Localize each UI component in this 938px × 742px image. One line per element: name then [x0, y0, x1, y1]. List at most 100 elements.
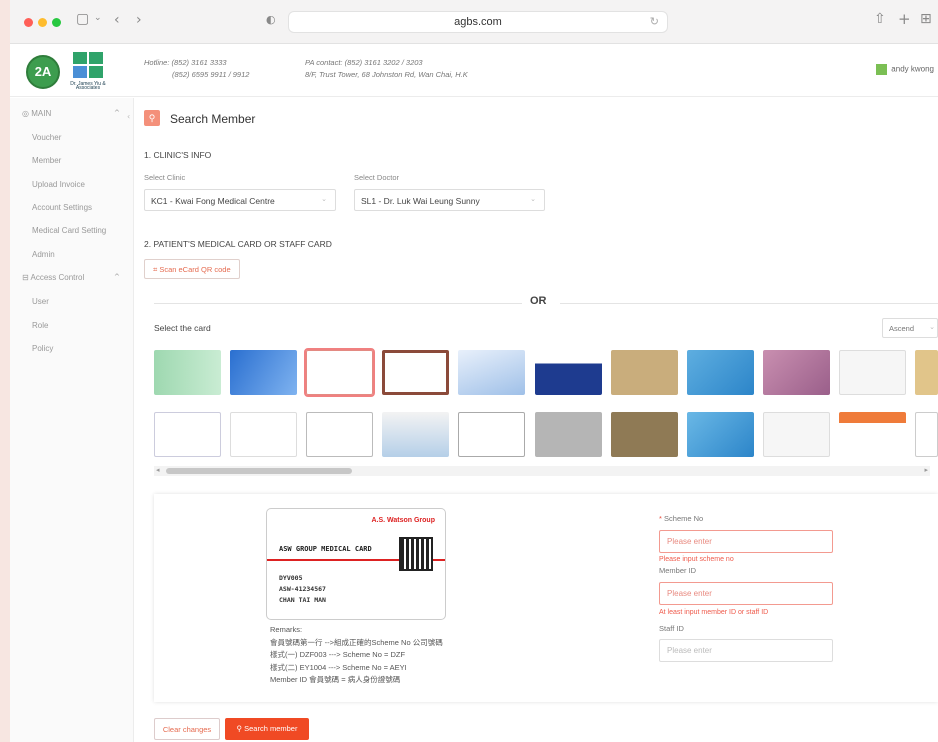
- sidebar-item-upload-invoice[interactable]: Upload Invoice: [32, 180, 85, 189]
- sidebar-item-voucher[interactable]: Voucher: [32, 133, 61, 142]
- card-thumbnail[interactable]: [535, 412, 602, 457]
- scroll-left-icon[interactable]: ◂: [156, 466, 160, 474]
- card-detail-panel: A.S. Watson Group ASW GROUP MEDICAL CARD…: [154, 494, 938, 702]
- new-tab-icon[interactable]: +: [898, 10, 911, 28]
- page-title: Search Member: [170, 112, 256, 126]
- card-thumbnail[interactable]: [915, 412, 938, 457]
- card-thumbnail[interactable]: [687, 412, 754, 457]
- sidebar: ◎ MAIN ^ Voucher Member Upload Invoice A…: [10, 98, 134, 742]
- card-thumbnail[interactable]: [306, 412, 373, 457]
- sidebar-item-account-settings[interactable]: Account Settings: [32, 203, 92, 212]
- scrollbar-thumb[interactable]: [166, 468, 352, 474]
- card-thumbnail[interactable]: [458, 350, 525, 395]
- search-member-button[interactable]: ⚲ Search member: [225, 718, 309, 740]
- scheme-no-error: Please input scheme no: [659, 556, 734, 563]
- selected-card-preview: A.S. Watson Group ASW GROUP MEDICAL CARD…: [266, 508, 446, 620]
- card-thumbnail[interactable]: [154, 350, 221, 395]
- pa-contact-info: PA contact: (852) 3161 3202 / 3203 8/F, T…: [305, 58, 468, 79]
- scroll-right-icon[interactable]: ▸: [924, 466, 928, 474]
- card-thumbnail[interactable]: [839, 350, 906, 395]
- clinic-label: Select Clinic: [144, 173, 186, 182]
- sidebar-section-main[interactable]: ◎ MAIN: [22, 109, 51, 118]
- remarks-text: Remarks: 會員號碼第一行 -->組成正確的Scheme No 公司號碼 …: [270, 625, 443, 684]
- divider-right: [560, 303, 938, 304]
- chevron-down-icon[interactable]: ⌄: [94, 13, 102, 23]
- card-thumbnail[interactable]: [382, 412, 449, 457]
- clinic-select-value: KC1 - Kwai Fong Medical Centre: [151, 196, 275, 206]
- main-content: ⚲ Search Member 1. CLINIC'S INFO Select …: [134, 98, 938, 742]
- card-thumbnail[interactable]: [915, 350, 938, 395]
- scheme-no-label: * Scheme No: [659, 514, 704, 523]
- section-clinic-info: 1. CLINIC'S INFO: [144, 150, 212, 160]
- member-id-input[interactable]: Please enter: [659, 582, 833, 605]
- card-thumbnail-selected[interactable]: [304, 348, 375, 397]
- collapse-sidebar-icon[interactable]: ‹: [127, 112, 130, 121]
- avatar: [876, 64, 888, 75]
- sidebar-section-access-control[interactable]: ⊟ Access Control: [22, 273, 84, 282]
- clinic-select[interactable]: KC1 - Kwai Fong Medical Centre ⌄: [144, 189, 336, 211]
- divider-left: [154, 303, 522, 304]
- scan-qr-button[interactable]: ⌗ Scan eCard QR code: [144, 259, 240, 279]
- chevron-up-icon[interactable]: ^: [114, 273, 120, 281]
- chevron-up-icon[interactable]: ^: [114, 109, 120, 117]
- card-brand: A.S. Watson Group: [371, 517, 435, 524]
- user-name: andy kwong: [891, 64, 934, 74]
- card-title: ASW GROUP MEDICAL CARD: [279, 545, 372, 553]
- doctor-label: Select Doctor: [354, 173, 400, 182]
- tab-overview-icon[interactable]: ⊞: [920, 11, 932, 27]
- reload-icon[interactable]: ↻: [650, 15, 659, 28]
- card-thumbnail[interactable]: [458, 412, 525, 457]
- back-icon[interactable]: ‹: [114, 12, 120, 28]
- staff-id-input[interactable]: Please enter: [659, 639, 833, 662]
- card-thumbnail[interactable]: [687, 350, 754, 395]
- sidebar-item-role[interactable]: Role: [32, 321, 48, 330]
- url-text: agbs.com: [454, 16, 502, 28]
- home-icon: ◎: [22, 109, 29, 118]
- shield-icon[interactable]: ◐: [266, 13, 276, 26]
- search-icon: ⚲: [236, 724, 243, 733]
- sidebar-item-medical-card-setting[interactable]: Medical Card Setting: [32, 226, 106, 235]
- card-thumbnail[interactable]: [839, 412, 906, 457]
- sidebar-item-admin[interactable]: Admin: [32, 250, 55, 259]
- card-thumbnail[interactable]: [535, 350, 602, 395]
- hotline-info: Hotline: (852) 3161 3333 (852) 6595 9911 …: [144, 58, 250, 79]
- sort-select-value: Ascend: [889, 324, 915, 333]
- share-icon[interactable]: ⇧: [874, 11, 886, 27]
- card-thumbnail[interactable]: [763, 350, 830, 395]
- doctor-select[interactable]: SL1 - Dr. Luk Wai Leung Sunny ⌄: [354, 189, 545, 211]
- sidebar-item-user[interactable]: User: [32, 297, 49, 306]
- card-thumbnail[interactable]: [230, 350, 297, 395]
- doctor-select-value: SL1 - Dr. Luk Wai Leung Sunny: [361, 196, 480, 206]
- scheme-no-input[interactable]: Please enter: [659, 530, 833, 553]
- sidebar-toggle-icon[interactable]: ▢: [76, 11, 89, 27]
- member-id-label: Member ID: [659, 566, 697, 575]
- staff-id-label: Staff ID: [659, 624, 684, 633]
- browser-toolbar: ▢ ⌄ ‹ › ◐ agbs.com ↻ ⇧ + ⊞: [10, 0, 938, 44]
- sidebar-item-policy[interactable]: Policy: [32, 344, 53, 353]
- sort-select[interactable]: Ascend ⌄: [882, 318, 938, 338]
- card-thumbnail[interactable]: [382, 350, 449, 395]
- card-thumbnail[interactable]: [611, 350, 678, 395]
- close-window-button[interactable]: [24, 18, 33, 27]
- card-thumbnail[interactable]: [763, 412, 830, 457]
- chevron-down-icon: ⌄: [321, 195, 327, 203]
- maximize-window-button[interactable]: [52, 18, 61, 27]
- user-menu[interactable]: andy kwong: [876, 64, 934, 75]
- sidebar-item-member[interactable]: Member: [32, 156, 61, 165]
- chevron-down-icon: ⌄: [929, 323, 935, 331]
- forward-icon[interactable]: ›: [136, 12, 142, 28]
- app-header: 2A Dr. James Yiu & Associates Hotline: (…: [10, 45, 938, 97]
- qr-scan-icon: ⌗: [153, 265, 158, 274]
- address-bar[interactable]: agbs.com ↻: [288, 11, 668, 33]
- minimize-window-button[interactable]: [38, 18, 47, 27]
- card-thumbnail[interactable]: [611, 412, 678, 457]
- lock-icon: ⊟: [22, 273, 29, 282]
- or-divider-text: OR: [530, 295, 547, 307]
- browser-window: ▢ ⌄ ‹ › ◐ agbs.com ↻ ⇧ + ⊞ 2A Dr. James …: [10, 0, 938, 742]
- healthcare-logo: 2A: [26, 55, 60, 89]
- card-scrollbar[interactable]: ◂ ▸: [154, 466, 930, 476]
- clear-changes-button[interactable]: Clear changes: [154, 718, 220, 740]
- card-thumbnail[interactable]: [154, 412, 221, 457]
- card-thumbnail[interactable]: [230, 412, 297, 457]
- chevron-down-icon: ⌄: [530, 195, 536, 203]
